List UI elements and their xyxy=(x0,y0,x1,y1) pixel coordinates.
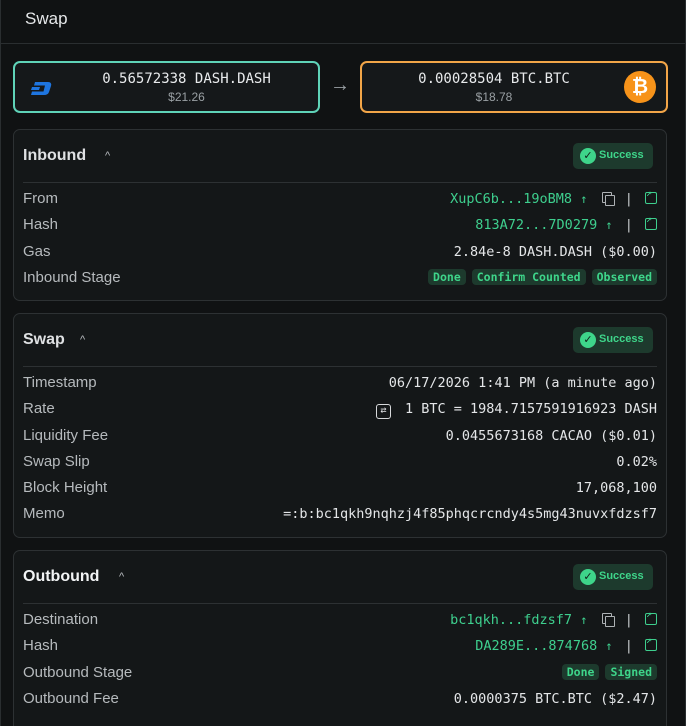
block-height-row: Block Height 17,068,100 xyxy=(23,479,657,499)
liquidity-fee-value: 0.0455673168 CACAO ($0.01) xyxy=(445,428,657,444)
divider: | xyxy=(624,638,633,654)
arrow-up-icon: ↑ xyxy=(605,639,613,653)
outbound-asset-card: 0.00028504 BTC.BTC $18.78 ₿ xyxy=(360,61,668,113)
timestamp-row: Timestamp 06/17/2026 1:41 PM (a minute a… xyxy=(23,374,657,394)
outbound-stage-row: Outbound Stage Done Signed xyxy=(23,664,657,684)
stage-tag: Confirm Counted xyxy=(471,269,586,285)
liquidity-fee-row: Liquidity Fee 0.0455673168 CACAO ($0.01) xyxy=(23,427,657,447)
arrow-up-icon: ↑ xyxy=(605,218,613,232)
block-height-value: 17,068,100 xyxy=(575,480,657,496)
timestamp-value: 06/17/2026 1:41 PM (a minute ago) xyxy=(388,375,657,391)
swap-header[interactable]: Swap ^ ✓ Success xyxy=(23,314,657,367)
swap-slip-value: 0.02% xyxy=(616,454,657,470)
external-link-icon[interactable] xyxy=(645,188,657,204)
inbound-gas-row: Gas 2.84e-8 DASH.DASH ($0.00) xyxy=(23,243,657,263)
inbound-header[interactable]: Inbound ^ ✓ Success xyxy=(23,130,657,183)
check-icon: ✓ xyxy=(580,569,596,585)
memo-value: =:b:bc1qkh9nqhzj4f85phqcrcndy4s5mg43nuvx… xyxy=(283,506,657,522)
outbound-section: Outbound ^ ✓ Success Destination bc1qkh.… xyxy=(13,550,667,726)
from-address-link[interactable]: XupC6b...19oBM8 xyxy=(450,191,572,207)
memo-label: Memo xyxy=(23,505,65,522)
divider: | xyxy=(624,217,633,233)
outbound-amount: 0.00028504 BTC.BTC xyxy=(418,71,570,87)
status-badge: ✓ Success xyxy=(573,327,653,353)
inbound-title: Inbound xyxy=(23,147,87,164)
collapse-caret-icon[interactable]: ^ xyxy=(119,571,124,583)
stage-tag: Signed xyxy=(605,664,657,680)
external-link-icon[interactable] xyxy=(645,609,657,625)
destination-address-link[interactable]: bc1qkh...fdzsf7 xyxy=(450,612,572,628)
inbound-section: Inbound ^ ✓ Success From XupC6b...19oBM8… xyxy=(13,129,667,301)
rate-label: Rate xyxy=(23,400,55,417)
block-height-label: Block Height xyxy=(23,479,108,496)
swap-section: Swap ^ ✓ Success Timestamp 06/17/2026 1:… xyxy=(13,313,667,538)
arrow-up-icon: ↑ xyxy=(580,613,588,627)
hash-label: Hash xyxy=(23,216,59,233)
inbound-stage-label: Inbound Stage xyxy=(23,269,121,286)
gas-value: 2.84e-8 DASH.DASH ($0.00) xyxy=(453,244,657,260)
check-icon: ✓ xyxy=(580,332,596,348)
divider: | xyxy=(624,191,633,207)
check-icon: ✓ xyxy=(580,148,596,164)
outbound-header[interactable]: Outbound ^ ✓ Success xyxy=(23,551,657,604)
rate-value: 1 BTC = 1984.7157591916923 DASH xyxy=(405,401,657,417)
timestamp-label: Timestamp xyxy=(23,374,97,391)
divider: | xyxy=(624,612,633,628)
arrow-right-icon: → xyxy=(330,74,350,96)
swap-title: Swap xyxy=(23,331,65,348)
swap-slip-row: Swap Slip 0.02% xyxy=(23,453,657,473)
inbound-stage-row: Inbound Stage Done Confirm Counted Observe… xyxy=(23,269,657,289)
inbound-from-row: From XupC6b...19oBM8 ↑ | xyxy=(23,188,657,210)
outbound-fee-label: Outbound Fee xyxy=(23,690,119,707)
stage-tag: Done xyxy=(561,664,600,680)
outbound-fee-value: 0.0000375 BTC.BTC ($2.47) xyxy=(453,691,657,707)
stage-tag: Done xyxy=(428,269,466,285)
swap-slip-label: Swap Slip xyxy=(23,453,90,470)
status-text: Success xyxy=(599,333,644,345)
collapse-caret-icon[interactable]: ^ xyxy=(80,334,85,346)
inbound-hash-row: Hash 813A72...7D0279 ↑ | xyxy=(23,214,657,236)
collapse-caret-icon[interactable]: ^ xyxy=(105,150,110,162)
status-badge: ✓ Success xyxy=(573,143,653,169)
hash-label: Hash xyxy=(23,637,59,654)
gas-label: Gas xyxy=(23,243,51,260)
liquidity-fee-label: Liquidity Fee xyxy=(23,427,109,444)
swap-direction-icon[interactable]: ⇄ xyxy=(375,404,391,419)
status-badge: ✓ Success xyxy=(573,564,653,590)
page-title: Swap xyxy=(1,0,685,44)
outbound-fee-row: Outbound Fee 0.0000375 BTC.BTC ($2.47) xyxy=(23,690,657,710)
stage-tag: Observed xyxy=(591,269,657,285)
inbound-asset-card: 0.56572338 DASH.DASH $21.26 xyxy=(13,61,320,113)
btc-logo-icon: ₿ xyxy=(624,71,656,103)
arrow-up-icon: ↑ xyxy=(580,192,588,206)
destination-row: Destination bc1qkh...fdzsf7 ↑ | xyxy=(23,609,657,631)
memo-row: Memo =:b:bc1qkh9nqhzj4f85phqcrcndy4s5mg4… xyxy=(23,505,657,525)
copy-icon[interactable] xyxy=(601,613,615,627)
inbound-amount: 0.56572338 DASH.DASH xyxy=(102,71,271,87)
destination-label: Destination xyxy=(23,611,99,628)
external-link-icon[interactable] xyxy=(645,214,657,230)
from-label: From xyxy=(23,190,58,207)
outbound-usd-value: $18.78 xyxy=(475,90,513,104)
outbound-stage-label: Outbound Stage xyxy=(23,664,133,681)
outbound-title: Outbound xyxy=(23,568,100,585)
outbound-hash-row: Hash DA289E...874768 ↑ | xyxy=(23,635,657,657)
outbound-hash-link[interactable]: DA289E...874768 xyxy=(475,638,597,654)
rate-row: Rate ⇄ 1 BTC = 1984.7157591916923 DASH xyxy=(23,400,657,420)
inbound-hash-link[interactable]: 813A72...7D0279 xyxy=(475,217,597,233)
external-link-icon[interactable] xyxy=(645,635,657,651)
inbound-usd-value: $21.26 xyxy=(168,90,205,104)
status-text: Success xyxy=(599,149,644,161)
copy-icon[interactable] xyxy=(601,192,615,206)
status-text: Success xyxy=(599,570,644,582)
